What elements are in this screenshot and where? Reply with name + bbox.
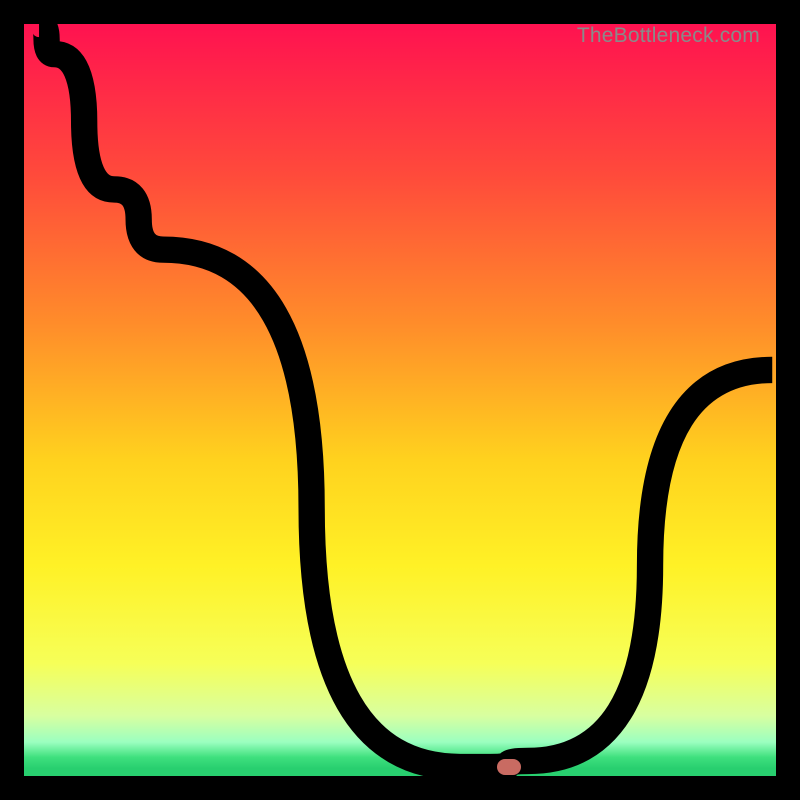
optimal-marker [497, 759, 522, 775]
plot-area: TheBottleneck.com [24, 24, 776, 776]
bottleneck-curve [24, 24, 776, 776]
watermark-text: TheBottleneck.com [577, 24, 760, 48]
